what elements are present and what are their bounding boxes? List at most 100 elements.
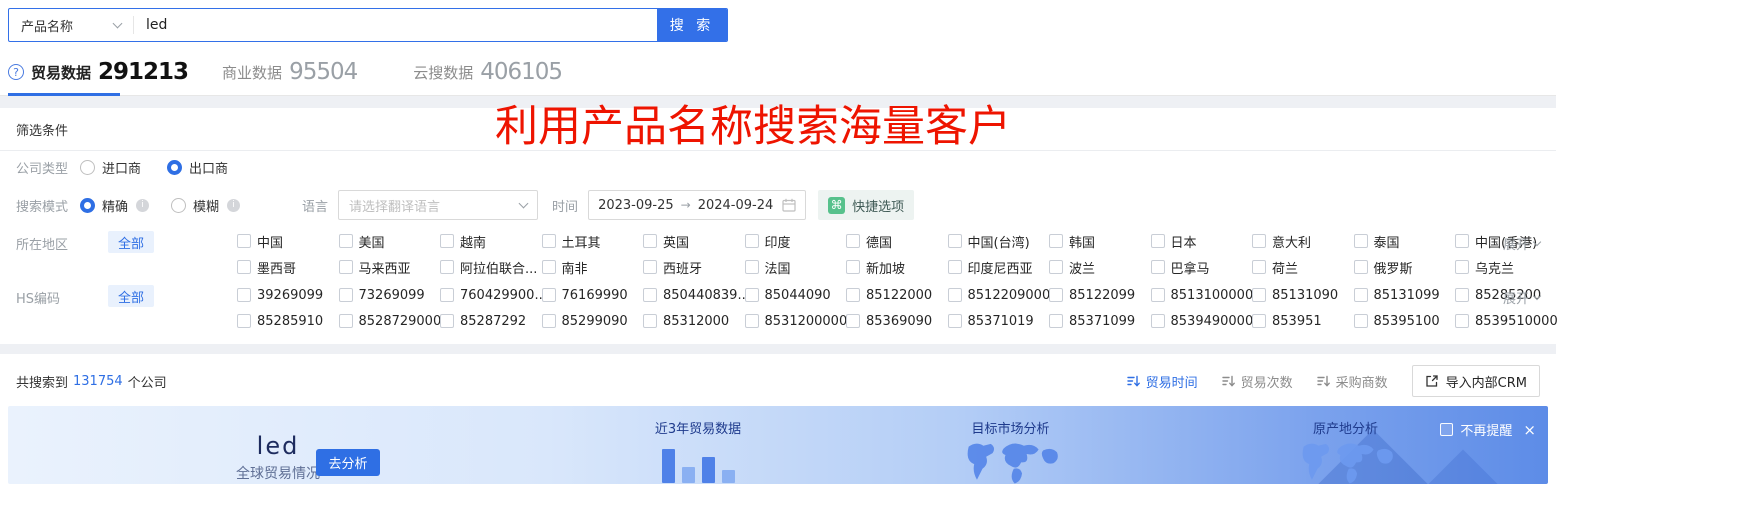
hscode-checkbox-item[interactable]: 85371019 [947,308,1050,334]
checkbox-icon[interactable] [338,314,353,328]
radio-option[interactable]: 模糊 [171,196,219,215]
checkbox-icon[interactable] [1353,260,1368,274]
region-checkbox-item[interactable]: 新加坡 [846,254,948,280]
question-circle-icon[interactable]: ? [8,64,24,80]
hscode-checkbox-item[interactable]: 73269099 [338,282,441,308]
quick-options-button[interactable]: ⌘ 快捷选项 [818,190,915,220]
hscode-checkbox-item[interactable]: 85371099 [1049,308,1151,334]
checkbox-icon[interactable] [1353,234,1368,248]
checkbox-icon[interactable] [237,314,251,328]
search-category-select[interactable]: 产品名称 [9,9,133,41]
checkbox-icon[interactable] [1455,288,1469,302]
radio-icon[interactable] [80,160,95,175]
checkbox-icon[interactable] [541,314,556,328]
sort-button[interactable]: 采购商数 [1316,372,1388,391]
hscode-all-chip[interactable]: 全部 [108,285,155,307]
region-checkbox-item[interactable]: 土耳其 [541,228,644,254]
checkbox-icon[interactable] [1150,288,1165,302]
checkbox-icon[interactable] [440,288,454,302]
region-checkbox-item[interactable]: 巴拿马 [1150,254,1253,280]
checkbox-icon[interactable] [541,288,556,302]
hscode-checkbox-item[interactable]: 85122000 [846,282,948,308]
start-date[interactable]: 2023-09-25 [598,198,674,213]
region-checkbox-item[interactable]: 西班牙 [643,254,745,280]
hscode-checkbox-item[interactable]: 853951 [1252,308,1354,334]
region-checkbox-item[interactable]: 意大利 [1252,228,1354,254]
checkbox-icon[interactable] [947,288,962,302]
radio-option[interactable]: 出口商 [167,158,228,177]
end-date[interactable]: 2024-09-24 [698,198,774,213]
results-count[interactable]: 131754 [73,374,123,389]
hscode-checkbox-item[interactable]: 85312000 [643,308,745,334]
region-checkbox-item[interactable]: 马来西亚 [338,254,441,280]
region-checkbox-item[interactable]: 日本 [1150,228,1253,254]
checkbox-icon[interactable] [338,260,353,274]
checkbox-icon[interactable] [440,260,454,274]
checkbox-icon[interactable] [846,260,860,274]
region-checkbox-item[interactable]: 中国(台湾) [947,228,1050,254]
radio-icon[interactable] [80,197,95,213]
dismiss-checkbox[interactable] [1440,423,1454,436]
hscode-checkbox-item[interactable]: 760429900... [440,282,542,308]
region-checkbox-item[interactable]: 南非 [541,254,644,280]
region-checkbox-item[interactable]: 阿拉伯联合... [440,254,542,280]
checkbox-icon[interactable] [1049,314,1063,328]
checkbox-icon[interactable] [1353,288,1368,302]
checkbox-icon[interactable] [1252,234,1266,248]
region-checkbox-item[interactable]: 泰国 [1353,228,1456,254]
checkbox-icon[interactable] [541,234,556,248]
hscode-checkbox-item[interactable]: 85299090 [541,308,644,334]
checkbox-icon[interactable] [744,288,759,302]
region-checkbox-item[interactable]: 乌克兰 [1455,254,1557,280]
region-checkbox-item[interactable]: 俄罗斯 [1353,254,1456,280]
checkbox-icon[interactable] [440,314,454,328]
checkbox-icon[interactable] [846,234,860,248]
sort-button[interactable]: 贸易次数 [1221,372,1293,391]
checkbox-icon[interactable] [1049,260,1063,274]
radio-option[interactable]: 精确 [80,196,128,215]
checkbox-icon[interactable] [1252,260,1266,274]
hscode-checkbox-item[interactable]: 39269099 [237,282,339,308]
hscode-checkbox-item[interactable]: 85395100 [1353,308,1456,334]
radio-icon[interactable] [171,197,187,213]
checkbox-icon[interactable] [643,288,657,302]
checkbox-icon[interactable] [237,260,251,274]
hscode-checkbox-item[interactable]: 85369090 [846,308,948,334]
hscode-checkbox-item[interactable]: 85122099 [1049,282,1151,308]
checkbox-icon[interactable] [541,260,556,274]
checkbox-icon[interactable] [1455,260,1469,274]
checkbox-icon[interactable] [237,288,251,302]
radio-icon[interactable] [167,160,183,175]
dismiss-control[interactable]: 不再提醒 × [1440,420,1536,439]
checkbox-icon[interactable] [744,314,759,328]
import-crm-button[interactable]: 导入内部CRM [1411,365,1540,397]
region-checkbox-item[interactable]: 英国 [643,228,745,254]
region-checkbox-item[interactable]: 荷兰 [1252,254,1354,280]
tab-trade-data[interactable]: ? 贸易数据 291213 [8,59,189,96]
region-expand-link[interactable]: 展开 [1503,234,1542,253]
hscode-checkbox-item[interactable]: 85131090 [1252,282,1354,308]
hscode-checkbox-item[interactable]: 8513100000 [1150,282,1252,308]
search-button[interactable]: 搜 索 [657,9,727,41]
checkbox-icon[interactable] [846,288,860,302]
hscode-checkbox-item[interactable]: 85287292 [440,308,542,334]
hscode-checkbox-item[interactable]: 85285910 [237,308,339,334]
region-checkbox-item[interactable]: 越南 [440,228,542,254]
hscode-checkbox-item[interactable]: 8512209000 [947,282,1049,308]
checkbox-icon[interactable] [1353,314,1368,328]
radio-option[interactable]: 进口商 [80,158,141,177]
hscode-checkbox-item[interactable]: 85044090 [744,282,847,308]
close-icon[interactable]: × [1523,421,1536,439]
checkbox-icon[interactable] [643,260,657,274]
checkbox-icon[interactable] [643,314,657,328]
hscode-checkbox-item[interactable]: 76169990 [541,282,644,308]
date-range-picker[interactable]: 2023-09-25 → 2024-09-24 [588,190,807,220]
hscode-checkbox-item[interactable]: 8539490000 [1150,308,1252,334]
hscode-checkbox-item[interactable]: 850440839... [643,282,745,308]
tab-business-data[interactable]: 商业数据 95504 [222,59,358,95]
hscode-checkbox-item[interactable]: 85287290000 [338,308,440,334]
analyze-button[interactable]: 去分析 [316,449,380,476]
region-checkbox-item[interactable]: 法国 [744,254,847,280]
region-checkbox-item[interactable]: 波兰 [1049,254,1151,280]
checkbox-icon[interactable] [947,260,962,274]
